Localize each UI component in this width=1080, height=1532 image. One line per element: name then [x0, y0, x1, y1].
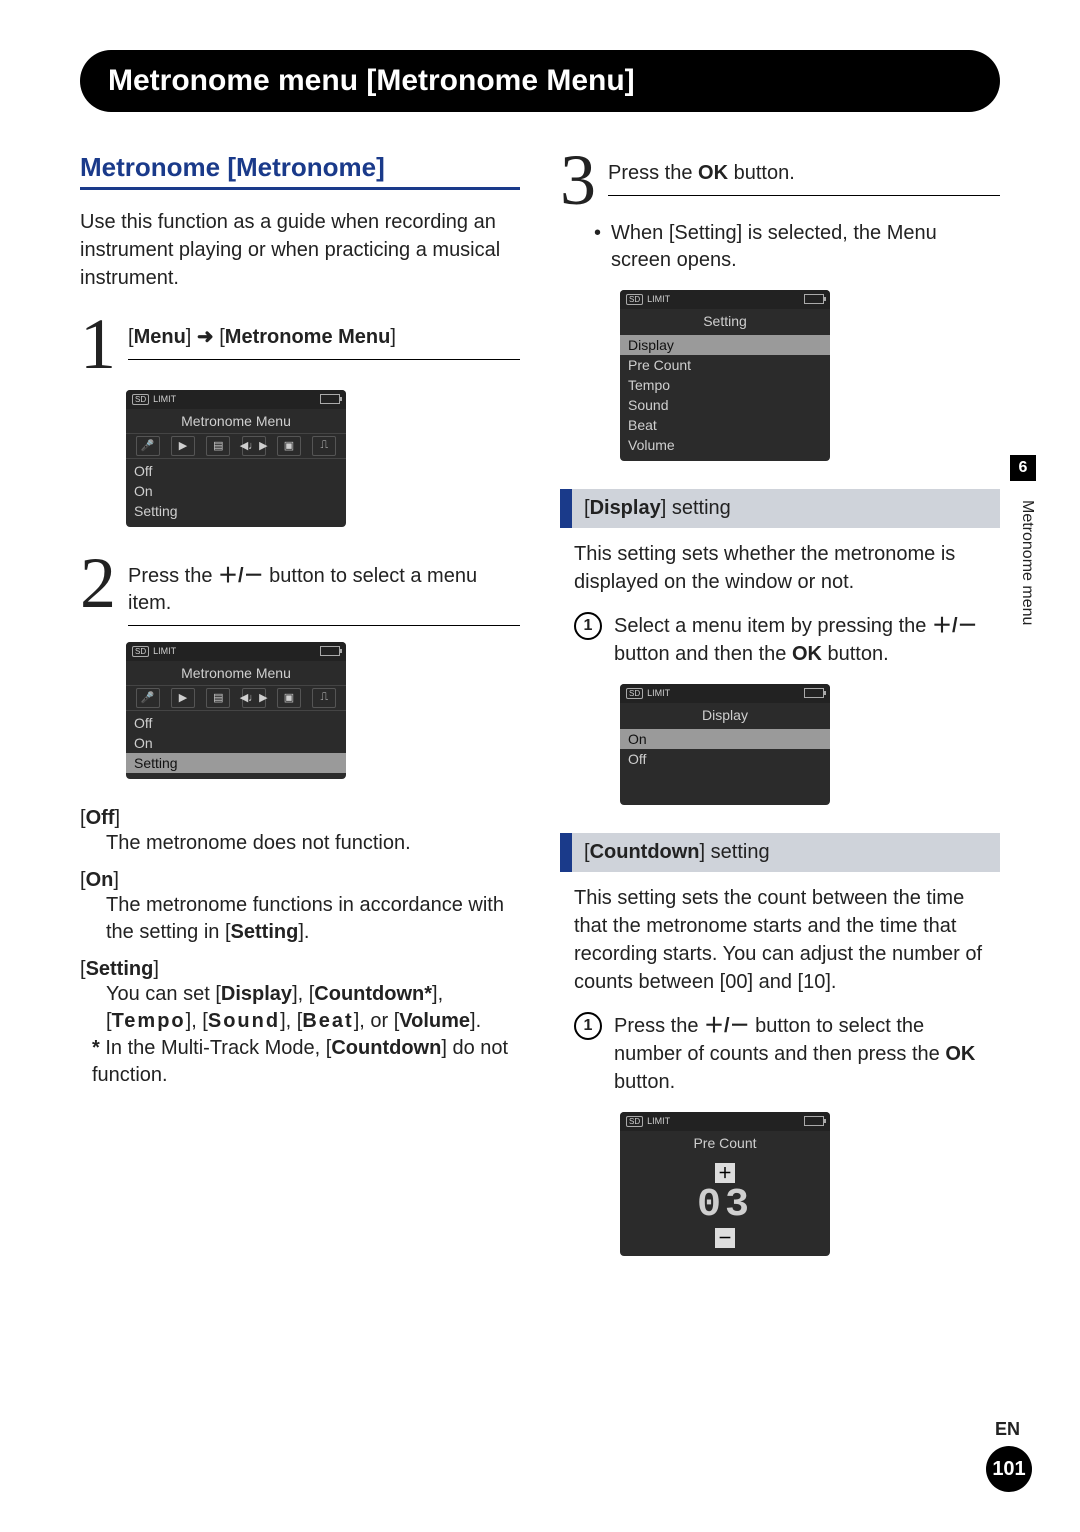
sd-icon: SD: [132, 646, 149, 657]
list-icon: ▤: [206, 688, 230, 708]
step-number-2: 2: [80, 555, 116, 613]
lcd-item-tempo: Tempo: [620, 375, 830, 395]
lcd-item-off: Off: [620, 749, 830, 769]
metronome-icon: ◀♩▶: [242, 688, 266, 708]
left-column: Metronome [Metronome] Use this function …: [80, 152, 520, 1284]
lcd-item-on: On: [126, 733, 346, 753]
lcd-precount: SD LIMIT Pre Count ＋ 03 －: [620, 1112, 830, 1256]
tuner-icon: ⎍: [312, 688, 336, 708]
countdown-setting-body: This setting sets the count between the …: [574, 884, 994, 996]
mic-icon: 🎤: [136, 436, 160, 456]
step-1-text: [Menu] ➜ [Metronome Menu]: [128, 324, 520, 360]
lcd-tab-icons: 🎤 ▶ ▤ ◀♩▶ ▣ ⎍: [126, 433, 346, 459]
countdown-setting-header: [Countdown] setting: [560, 833, 1000, 872]
limit-icon: LIMIT: [647, 1116, 670, 1126]
lcd-title: Metronome Menu: [126, 661, 346, 685]
lcd-title: Pre Count: [620, 1131, 830, 1155]
battery-icon: [804, 1116, 824, 1126]
lcd-item-beat: Beat: [620, 415, 830, 435]
lcd-metronome-menu-1: SD LIMIT Metronome Menu 🎤 ▶ ▤ ◀♩▶ ▣ ⎍ Of…: [126, 390, 346, 527]
lcd-metronome-menu-2: SD LIMIT Metronome Menu 🎤 ▶ ▤ ◀♩▶ ▣ ⎍ Of…: [126, 642, 346, 779]
lcd-item-setting: Setting: [126, 753, 346, 773]
limit-icon: LIMIT: [153, 394, 176, 404]
intro-text: Use this function as a guide when record…: [80, 208, 520, 292]
lcd-item-on: On: [126, 481, 346, 501]
sd-icon: SD: [132, 394, 149, 405]
circled-1-icon: 1: [574, 612, 602, 640]
battery-icon: [804, 688, 824, 698]
chapter-title-bar: Metronome menu [Metronome Menu]: [80, 50, 1000, 112]
countdown-setting-step-1: 1 Press the ＋/－ button to select the num…: [574, 1012, 994, 1096]
limit-icon: LIMIT: [647, 294, 670, 304]
right-column: 3 Press the OK button. • When [Setting] …: [560, 152, 1000, 1284]
lcd-item-on: On: [620, 729, 830, 749]
lcd-item-off: Off: [126, 461, 346, 481]
lcd-item-off: Off: [126, 713, 346, 733]
limit-icon: LIMIT: [153, 646, 176, 656]
minus-icon: －: [715, 1228, 735, 1248]
precount-value: 03: [620, 1183, 830, 1228]
plus-icon: ＋: [715, 1163, 735, 1183]
page-number: 101: [986, 1446, 1032, 1492]
battery-icon: [320, 646, 340, 656]
def-setting: [Setting] You can set [Display], [Countd…: [80, 958, 520, 1089]
lcd-title: Display: [620, 703, 830, 727]
arrow-icon: ➜: [197, 326, 214, 348]
metronome-icon: ◀♩▶: [242, 436, 266, 456]
play-icon: ▶: [171, 436, 195, 456]
lcd-title: Metronome Menu: [126, 409, 346, 433]
side-chapter-label: Metronome menu: [1018, 500, 1036, 625]
battery-icon: [320, 394, 340, 404]
step-3-text: Press the OK button.: [608, 160, 1000, 196]
step-number-1: 1: [80, 316, 116, 374]
lcd-item-sound: Sound: [620, 395, 830, 415]
step-3-bullet: • When [Setting] is selected, the Menu s…: [594, 220, 1000, 274]
step-number-3: 3: [560, 152, 596, 210]
section-title: Metronome [Metronome]: [80, 152, 520, 190]
lcd-setting-menu: SD LIMIT Setting Display Pre Count Tempo…: [620, 290, 830, 461]
display-setting-body: This setting sets whether the metronome …: [574, 540, 994, 596]
play-icon: ▶: [171, 688, 195, 708]
sd-icon: SD: [626, 688, 643, 699]
lcd-icon: ▣: [277, 688, 301, 708]
lcd-tab-icons: 🎤 ▶ ▤ ◀♩▶ ▣ ⎍: [126, 685, 346, 711]
language-label: EN: [995, 1419, 1020, 1440]
chapter-tab: 6: [1010, 455, 1036, 481]
manual-page: Metronome menu [Metronome Menu] Metronom…: [0, 0, 1080, 1324]
sd-icon: SD: [626, 1116, 643, 1127]
step-1: 1 [Menu] ➜ [Metronome Menu]: [80, 316, 520, 374]
lcd-icon: ▣: [277, 436, 301, 456]
def-on: [On] The metronome functions in accordan…: [80, 869, 520, 946]
def-off: [Off] The metronome does not function.: [80, 807, 520, 857]
display-setting-step-1: 1 Select a menu item by pressing the ＋/－…: [574, 612, 994, 668]
battery-icon: [804, 294, 824, 304]
lcd-item-display: Display: [620, 335, 830, 355]
display-setting-header: [Display] setting: [560, 489, 1000, 528]
lcd-title: Setting: [620, 309, 830, 333]
limit-icon: LIMIT: [647, 688, 670, 698]
sd-icon: SD: [626, 294, 643, 305]
step-2-text: Press the ＋/－ button to select a menu it…: [128, 563, 520, 626]
tuner-icon: ⎍: [312, 436, 336, 456]
bullet-icon: •: [594, 220, 601, 274]
lcd-item-setting: Setting: [126, 501, 346, 521]
step-2: 2 Press the ＋/－ button to select a menu …: [80, 555, 520, 626]
list-icon: ▤: [206, 436, 230, 456]
lcd-display-menu: SD LIMIT Display On Off: [620, 684, 830, 805]
mic-icon: 🎤: [136, 688, 160, 708]
lcd-item-volume: Volume: [620, 435, 830, 455]
circled-1-icon: 1: [574, 1012, 602, 1040]
lcd-item-precount: Pre Count: [620, 355, 830, 375]
step-3: 3 Press the OK button.: [560, 152, 1000, 210]
